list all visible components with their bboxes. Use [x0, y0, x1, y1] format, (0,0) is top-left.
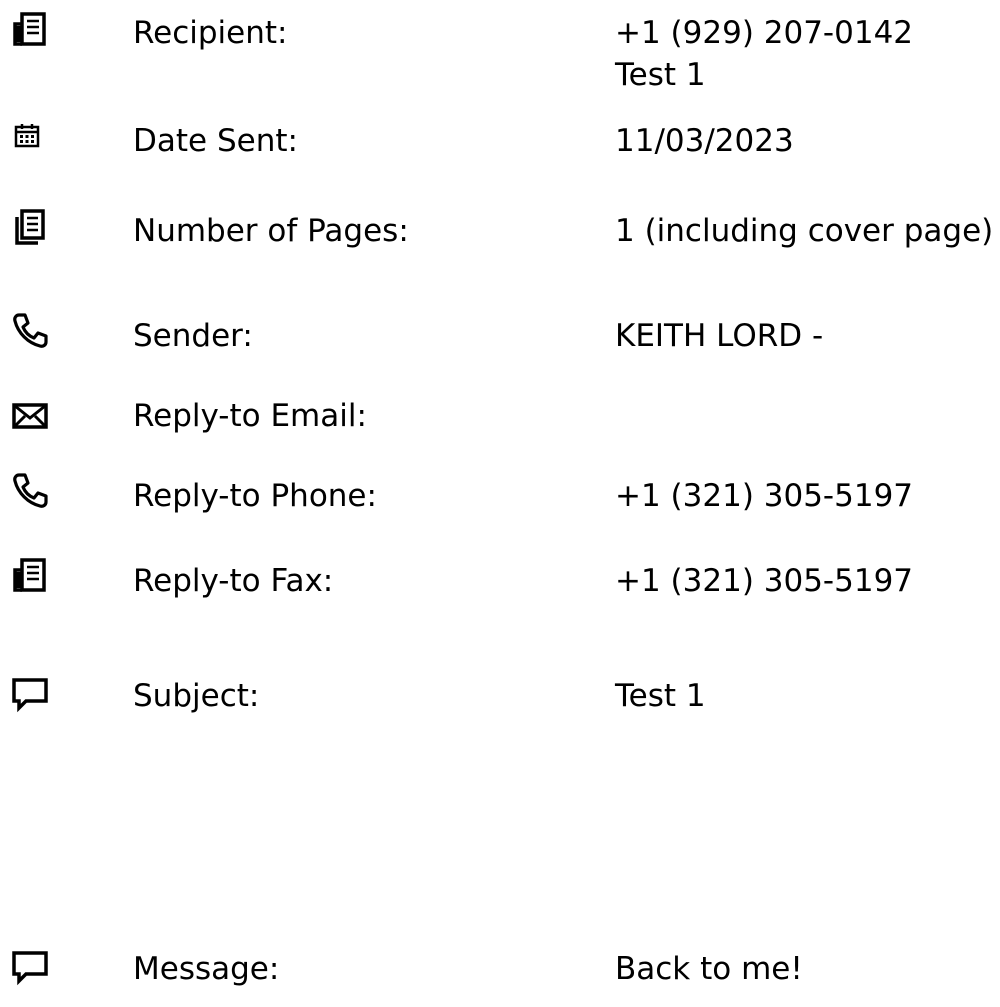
- field-value: 1 (including cover page): [615, 213, 994, 249]
- field-label: Recipient:: [133, 15, 288, 51]
- field-label: Number of Pages:: [133, 213, 409, 249]
- field-sender: Sender: KEITH LORD -: [0, 305, 1000, 365]
- recipient-number: +1 (929) 207-0142: [615, 15, 914, 51]
- speech-bubble-icon: [10, 948, 54, 992]
- field-value: Back to me!: [615, 951, 803, 987]
- field-label: Subject:: [133, 678, 260, 714]
- field-label: Reply-to Fax:: [133, 563, 334, 599]
- field-value: +1 (321) 305-5197: [615, 478, 914, 514]
- fax-icon: [10, 10, 54, 54]
- envelope-icon: [10, 395, 54, 439]
- fax-icon: [10, 556, 54, 600]
- phone-icon: [10, 311, 54, 355]
- field-value: Test 1: [615, 678, 706, 714]
- recipient-name: Test 1: [615, 57, 706, 93]
- field-label: Message:: [133, 951, 280, 987]
- field-value: 11/03/2023: [615, 123, 794, 159]
- field-reply-to-phone: Reply-to Phone: +1 (321) 305-5197: [0, 465, 1000, 525]
- calendar-icon: [14, 122, 58, 166]
- speech-bubble-icon: [10, 675, 54, 719]
- phone-icon: [10, 471, 54, 515]
- field-reply-to-fax: Reply-to Fax: +1 (321) 305-5197: [0, 550, 1000, 610]
- field-label: Reply-to Email:: [133, 398, 367, 434]
- pages-icon: [10, 208, 54, 252]
- field-label: Date Sent:: [133, 123, 298, 159]
- field-message: Message: Back to me!: [0, 938, 1000, 998]
- field-date-sent: Date Sent: 11/03/2023: [0, 110, 1000, 170]
- field-number-of-pages: Number of Pages: 1 (including cover page…: [0, 200, 1000, 260]
- field-value: +1 (929) 207-0142 Test 1: [615, 12, 913, 96]
- field-subject: Subject: Test 1: [0, 665, 1000, 725]
- field-value: KEITH LORD -: [615, 318, 824, 354]
- field-label: Reply-to Phone:: [133, 478, 377, 514]
- field-recipient: Recipient: +1 (929) 207-0142 Test 1: [0, 0, 1000, 93]
- field-value: +1 (321) 305-5197: [615, 563, 914, 599]
- field-reply-to-email: Reply-to Email:: [0, 385, 1000, 445]
- field-label: Sender:: [133, 318, 253, 354]
